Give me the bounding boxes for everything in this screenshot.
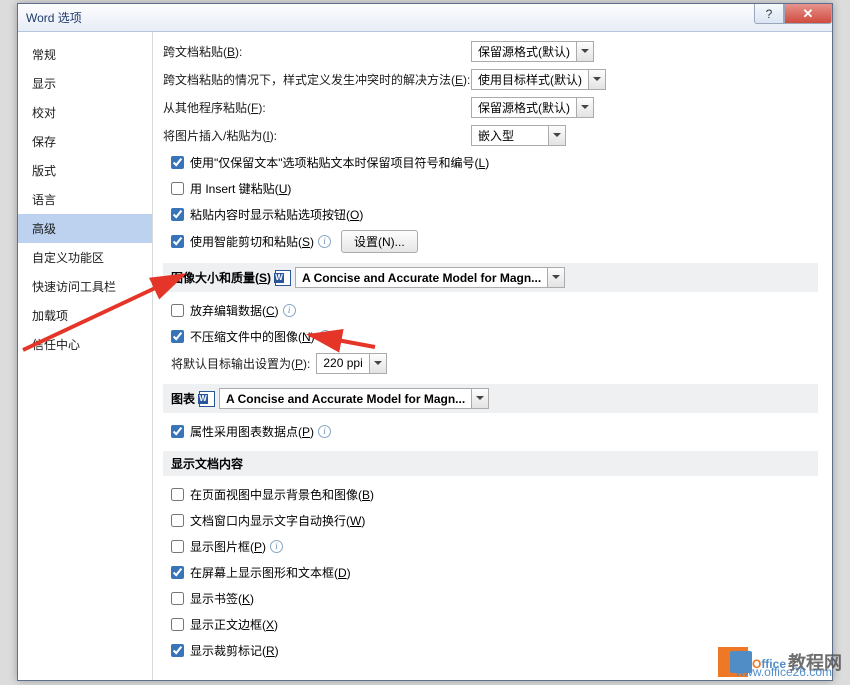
settings-button[interactable]: 设置(N)... xyxy=(341,230,418,253)
chevron-down-icon[interactable] xyxy=(471,389,488,408)
discard-edit-data-checkbox[interactable] xyxy=(171,304,184,317)
titlebar: Word 选项 ? ✕ xyxy=(18,4,832,32)
chevron-down-icon[interactable] xyxy=(547,268,564,287)
sidebar-item-save[interactable]: 保存 xyxy=(18,127,152,156)
show-bg-checkbox[interactable] xyxy=(171,488,184,501)
chevron-down-icon[interactable] xyxy=(576,42,593,61)
watermark-url: www.office26.com xyxy=(736,665,833,679)
pic-frame-checkbox[interactable] xyxy=(171,540,184,553)
pic-frame-label: 显示图片框(P) xyxy=(190,538,266,555)
cross-doc-paste-combo[interactable]: 保留源格式(默认) xyxy=(471,41,594,62)
info-icon[interactable]: i xyxy=(318,425,331,438)
image-quality-doc-combo[interactable]: A Concise and Accurate Model for Magn... xyxy=(295,267,565,288)
default-resolution-combo[interactable]: 220 ppi xyxy=(316,353,386,374)
chart-datapoint-label: 属性采用图表数据点(P) xyxy=(190,423,314,440)
insert-key-paste-label: 用 Insert 键粘贴(U) xyxy=(190,180,291,197)
display-content-section-header: 显示文档内容 xyxy=(163,451,818,476)
draw-text-label: 在屏幕上显示图形和文本框(D) xyxy=(190,564,351,581)
keep-bullets-checkbox[interactable] xyxy=(171,156,184,169)
keep-bullets-label: 使用"仅保留文本"选项粘贴文本时保留项目符号和编号(L) xyxy=(190,154,489,171)
chart-datapoint-checkbox[interactable] xyxy=(171,425,184,438)
word-doc-icon xyxy=(199,391,215,407)
insert-picture-combo[interactable]: 嵌入型 xyxy=(471,125,566,146)
sidebar-item-layout[interactable]: 版式 xyxy=(18,156,152,185)
boundary-label: 显示正文边框(X) xyxy=(190,616,278,633)
show-bg-label: 在页面视图中显示背景色和图像(B) xyxy=(190,486,374,503)
sidebar-item-language[interactable]: 语言 xyxy=(18,185,152,214)
smart-cut-paste-checkbox[interactable] xyxy=(171,235,184,248)
sidebar-item-proofing[interactable]: 校对 xyxy=(18,98,152,127)
chevron-down-icon[interactable] xyxy=(588,70,605,89)
sidebar-item-addins[interactable]: 加载项 xyxy=(18,301,152,330)
boundary-checkbox[interactable] xyxy=(171,618,184,631)
content-pane[interactable]: 跨文档粘贴(B): 保留源格式(默认) 跨文档粘贴的情况下，样式定义发生冲突时的… xyxy=(153,32,832,680)
word-doc-icon xyxy=(275,270,291,286)
info-icon[interactable]: i xyxy=(318,235,331,248)
other-app-paste-label: 从其他程序粘贴(F): xyxy=(163,99,266,116)
show-paste-options-checkbox[interactable] xyxy=(171,208,184,221)
chevron-down-icon[interactable] xyxy=(369,354,386,373)
show-paste-options-label: 粘贴内容时显示粘贴选项按钮(O) xyxy=(190,206,363,223)
close-button[interactable]: ✕ xyxy=(784,4,832,24)
sidebar-item-customize-ribbon[interactable]: 自定义功能区 xyxy=(18,243,152,272)
info-icon[interactable]: i xyxy=(319,330,332,343)
sidebar-item-trust-center[interactable]: 信任中心 xyxy=(18,330,152,359)
default-resolution-label: 将默认目标输出设置为(P): xyxy=(171,355,310,372)
sidebar: 常规 显示 校对 保存 版式 语言 高级 自定义功能区 快速访问工具栏 加载项 … xyxy=(18,32,153,680)
word-options-dialog: Word 选项 ? ✕ 常规 显示 校对 保存 版式 语言 高级 自定义功能区 … xyxy=(17,3,833,681)
help-button[interactable]: ? xyxy=(754,4,784,24)
watermark: Office 教程网 www.office26.com xyxy=(718,647,842,677)
other-app-paste-combo[interactable]: 保留源格式(默认) xyxy=(471,97,594,118)
window-title: Word 选项 xyxy=(26,9,82,26)
cross-doc-conflict-label: 跨文档粘贴的情况下，样式定义发生冲突时的解决方法(E): xyxy=(163,71,470,88)
sidebar-item-advanced[interactable]: 高级 xyxy=(18,214,152,243)
insert-picture-label: 将图片插入/粘贴为(I): xyxy=(163,127,277,144)
wrap-text-checkbox[interactable] xyxy=(171,514,184,527)
info-icon[interactable]: i xyxy=(283,304,296,317)
wrap-text-label: 文档窗口内显示文字自动换行(W) xyxy=(190,512,365,529)
crop-marks-label: 显示裁剪标记(R) xyxy=(190,642,279,659)
draw-text-checkbox[interactable] xyxy=(171,566,184,579)
bookmark-label: 显示书签(K) xyxy=(190,590,254,607)
no-compress-checkbox[interactable] xyxy=(171,330,184,343)
discard-edit-data-label: 放弃编辑数据(C) xyxy=(190,302,279,319)
image-quality-section-header: 图像大小和质量(S) A Concise and Accurate Model … xyxy=(163,263,818,292)
no-compress-label: 不压缩文件中的图像(N) xyxy=(190,328,315,345)
sidebar-item-general[interactable]: 常规 xyxy=(18,40,152,69)
insert-key-paste-checkbox[interactable] xyxy=(171,182,184,195)
chart-doc-combo[interactable]: A Concise and Accurate Model for Magn... xyxy=(219,388,489,409)
chart-section-header: 图表 A Concise and Accurate Model for Magn… xyxy=(163,384,818,413)
chevron-down-icon[interactable] xyxy=(548,126,565,145)
sidebar-item-display[interactable]: 显示 xyxy=(18,69,152,98)
smart-cut-paste-label: 使用智能剪切和粘贴(S) xyxy=(190,233,314,250)
crop-marks-checkbox[interactable] xyxy=(171,644,184,657)
sidebar-item-quick-access[interactable]: 快速访问工具栏 xyxy=(18,272,152,301)
cross-doc-paste-label: 跨文档粘贴(B): xyxy=(163,43,242,60)
cross-doc-conflict-combo[interactable]: 使用目标样式(默认) xyxy=(471,69,606,90)
bookmark-checkbox[interactable] xyxy=(171,592,184,605)
info-icon[interactable]: i xyxy=(270,540,283,553)
chevron-down-icon[interactable] xyxy=(576,98,593,117)
